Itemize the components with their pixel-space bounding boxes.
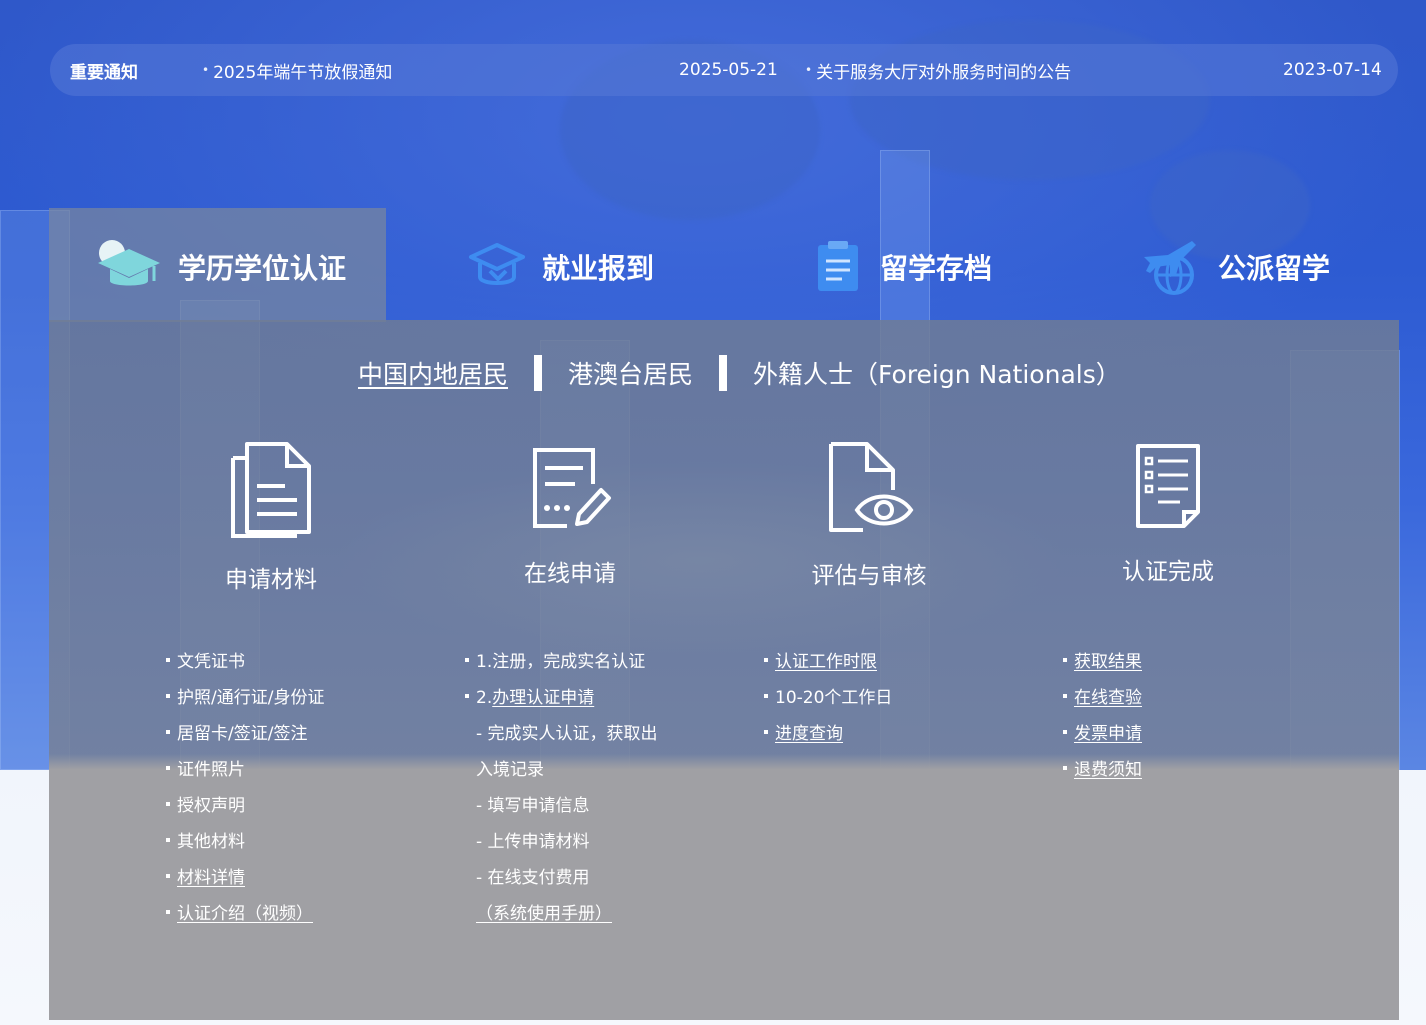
material-details-link[interactable]: 材料详情 — [177, 868, 245, 888]
notice-item[interactable]: • 2025年端午节放假通知 — [202, 58, 392, 83]
tab-label: 就业报到 — [542, 252, 655, 285]
tab-government-sponsored-study[interactable]: 公派留学 — [1140, 232, 1330, 302]
materials-list: 文凭证书 护照/通行证/身份证 居留卡/签证/签注 证件照片 授权声明 其他材料… — [166, 644, 324, 932]
review-list: 认证工作时限 10-20个工作日 进度查询 — [764, 644, 892, 752]
step-title: 在线申请 — [524, 561, 616, 587]
step-title: 评估与审核 — [811, 563, 927, 589]
list-item: 获取结果 — [1063, 644, 1142, 680]
list-item: 发票申请 — [1063, 716, 1142, 752]
completion-list: 获取结果 在线查验 发票申请 退费须知 — [1063, 644, 1142, 788]
segment-divider — [719, 355, 728, 391]
sub-item: - 上传申请材料 — [476, 832, 590, 852]
invoice-apply-link[interactable]: 发票申请 — [1074, 724, 1142, 744]
segment-mainland-residents[interactable]: 中国内地居民 — [358, 355, 508, 391]
bullet-icon: • — [805, 63, 813, 77]
notice-item[interactable]: • 关于服务大厅对外服务时间的公告 — [805, 58, 1071, 83]
segment-foreign-nationals[interactable]: 外籍人士（Foreign Nationals） — [753, 355, 1121, 391]
list-item: 护照/通行证/身份证 — [166, 680, 324, 716]
notice-date: 2025-05-21 — [679, 60, 778, 80]
segment-hk-macao-taiwan[interactable]: 港澳台居民 — [568, 355, 693, 391]
segment-divider — [534, 355, 543, 391]
list-item: 10-20个工作日 — [764, 680, 892, 716]
step-completed: 认证完成 — [1018, 440, 1318, 586]
step-online-apply: 在线申请 — [420, 440, 720, 588]
list-item: 居留卡/签证/签注 — [166, 716, 324, 752]
apply-certification-link[interactable]: 办理认证申请 — [492, 688, 594, 708]
list-item: 认证介绍（视频） — [166, 896, 324, 932]
document-eye-icon — [829, 442, 914, 532]
list-item: 在线查验 — [1063, 680, 1142, 716]
list-item: 2.办理认证申请 — [465, 680, 658, 716]
list-item: 文凭证书 — [166, 644, 324, 680]
list-item: 证件照片 — [166, 752, 324, 788]
list-item: 进度查询 — [764, 716, 892, 752]
tab-study-archive[interactable]: 留学存档 — [814, 232, 992, 302]
notice-title: 关于服务大厅对外服务时间的公告 — [816, 62, 1072, 83]
online-verify-link[interactable]: 在线查验 — [1074, 688, 1142, 708]
online-apply-list: 1.注册，完成实名认证 2.办理认证申请 - 完成实人认证，获取出 入境记录 -… — [465, 644, 658, 932]
tab-degree-verification[interactable]: 学历学位认证 — [96, 232, 346, 302]
form-edit-icon — [533, 448, 611, 528]
sub-item: - 完成实人认证，获取出 — [476, 724, 658, 744]
sub-item: - 在线支付费用 — [476, 868, 590, 888]
processing-time-link[interactable]: 认证工作时限 — [775, 652, 877, 672]
tab-label: 公派留学 — [1218, 252, 1331, 285]
list-item: 授权声明 — [166, 788, 324, 824]
sub-item: - 填写申请信息 — [476, 796, 590, 816]
list-item: 其他材料 — [166, 824, 324, 860]
tab-employment-report[interactable]: 就业报到 — [468, 232, 654, 302]
notice-label: 重要通知 — [70, 62, 138, 83]
notice-bar: 重要通知 • 2025年端午节放假通知 2025-05-21 • 关于服务大厅对… — [50, 44, 1398, 96]
documents-icon — [231, 442, 311, 538]
resident-type-switch: 中国内地居民 港澳台居民 外籍人士（Foreign Nationals） — [358, 355, 1121, 391]
graduation-cap-outline-icon — [469, 243, 525, 285]
step-title: 认证完成 — [1122, 559, 1214, 585]
notice-title: 2025年端午节放假通知 — [213, 62, 393, 83]
list-item: 退费须知 — [1063, 752, 1142, 788]
list-item: 材料详情 — [166, 860, 324, 896]
list-item: 1.注册，完成实名认证 — [465, 644, 658, 680]
document-archive-icon — [818, 241, 858, 291]
step-title: 申请材料 — [225, 567, 317, 593]
system-manual-link[interactable]: （系统使用手册） — [476, 904, 612, 924]
sub-item: 入境记录 — [476, 760, 544, 780]
get-result-link[interactable]: 获取结果 — [1074, 652, 1142, 672]
airplane-globe-icon — [1144, 241, 1196, 295]
intro-video-link[interactable]: 认证介绍（视频） — [177, 904, 313, 924]
list-item: 认证工作时限 — [764, 644, 892, 680]
notice-date: 2023-07-14 — [1283, 60, 1382, 80]
step-materials: 申请材料 — [121, 440, 421, 594]
refund-notice-link[interactable]: 退费须知 — [1074, 760, 1142, 780]
checklist-icon — [1136, 444, 1200, 528]
tab-label: 留学存档 — [880, 252, 993, 285]
bullet-icon: • — [202, 63, 210, 77]
graduation-cap-icon — [98, 240, 160, 286]
step-evaluation-review: 评估与审核 — [719, 440, 1019, 590]
progress-query-link[interactable]: 进度查询 — [775, 724, 843, 744]
tab-label: 学历学位认证 — [178, 252, 347, 285]
